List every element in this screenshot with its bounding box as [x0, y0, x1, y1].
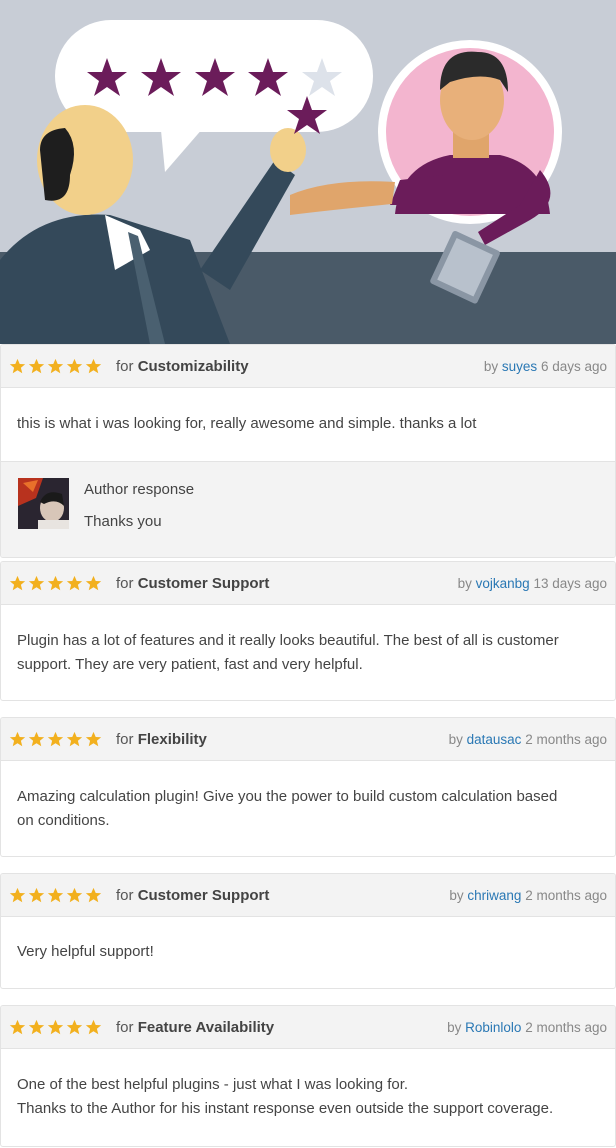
- author-response-text: Thanks you: [84, 513, 162, 530]
- star-icon: [85, 358, 102, 374]
- star-icon: [9, 887, 26, 903]
- star-icon: [66, 731, 83, 747]
- star-icon: [9, 358, 26, 374]
- review-header: for Customer Support by vojkanbg 13 days…: [1, 562, 615, 605]
- review-header: for Flexibility by datausac 2 months ago: [1, 718, 615, 761]
- star-icon: [47, 887, 64, 903]
- star-icon: [66, 1019, 83, 1035]
- review-category: for Customer Support: [116, 575, 270, 592]
- star-icon: [66, 358, 83, 374]
- avatar: [18, 478, 69, 529]
- review-card: for Customer Support by chriwang 2 month…: [0, 873, 616, 989]
- rating-stars: [9, 1019, 102, 1036]
- reviewer-link[interactable]: datausac: [467, 732, 522, 747]
- star-icon: [28, 887, 45, 903]
- review-meta: by Robinlolo 2 months ago: [447, 1020, 607, 1035]
- star-icon: [9, 1019, 26, 1035]
- hero-illustration: [0, 0, 616, 344]
- star-icon: [9, 731, 26, 747]
- review-card: for Customizability by suyes 6 days ago …: [0, 344, 616, 558]
- review-card: for Flexibility by datausac 2 months ago…: [0, 717, 616, 857]
- review-text: Plugin has a lot of features and it real…: [17, 632, 559, 673]
- rating-stars: [9, 358, 102, 375]
- star-icon: [28, 358, 45, 374]
- review-header: for Customizability by suyes 6 days ago: [1, 345, 615, 388]
- star-icon: [28, 575, 45, 591]
- review-category: for Feature Availability: [116, 1019, 275, 1036]
- reviewer-link[interactable]: chriwang: [467, 888, 521, 903]
- star-icon: [85, 731, 102, 747]
- review-meta: by vojkanbg 13 days ago: [457, 576, 607, 591]
- star-icon: [47, 358, 64, 374]
- rating-handshake-illustration: [0, 0, 616, 344]
- review-meta: by chriwang 2 months ago: [449, 888, 607, 903]
- review-category: for Flexibility: [116, 731, 207, 748]
- reviewer-link[interactable]: Robinlolo: [465, 1020, 521, 1035]
- star-icon: [28, 1019, 45, 1035]
- star-icon: [28, 731, 45, 747]
- star-icon: [85, 1019, 102, 1035]
- review-meta: by datausac 2 months ago: [448, 732, 607, 747]
- star-icon: [66, 887, 83, 903]
- reviewer-link[interactable]: vojkanbg: [476, 576, 530, 591]
- author-response-title: Author response: [84, 481, 195, 498]
- star-icon: [47, 575, 64, 591]
- star-icon: [85, 887, 102, 903]
- star-icon: [85, 575, 102, 591]
- review-header: for Feature Availability by Robinlolo 2 …: [1, 1006, 615, 1049]
- review-text: Amazing calculation plugin! Give you the…: [17, 788, 558, 829]
- review-card: for Feature Availability by Robinlolo 2 …: [0, 1005, 616, 1147]
- star-icon: [9, 575, 26, 591]
- reviewer-link[interactable]: suyes: [502, 359, 537, 374]
- review-header: for Customer Support by chriwang 2 month…: [1, 874, 615, 917]
- review-category: for Customizability: [116, 358, 249, 375]
- star-icon: [47, 731, 64, 747]
- rating-stars: [9, 887, 102, 904]
- rating-stars: [9, 731, 102, 748]
- review-meta: by suyes 6 days ago: [483, 359, 607, 374]
- review-category: for Customer Support: [116, 887, 270, 904]
- rating-stars: [9, 575, 102, 592]
- star-icon: [47, 1019, 64, 1035]
- review-text: One of the best helpful plugins - just w…: [17, 1076, 554, 1117]
- star-icon: [66, 575, 83, 591]
- review-card: for Customer Support by vojkanbg 13 days…: [0, 561, 616, 701]
- author-response: Author response Thanks you: [1, 461, 615, 557]
- review-text: Very helpful support!: [17, 943, 154, 960]
- review-text: this is what i was looking for, really a…: [17, 415, 477, 432]
